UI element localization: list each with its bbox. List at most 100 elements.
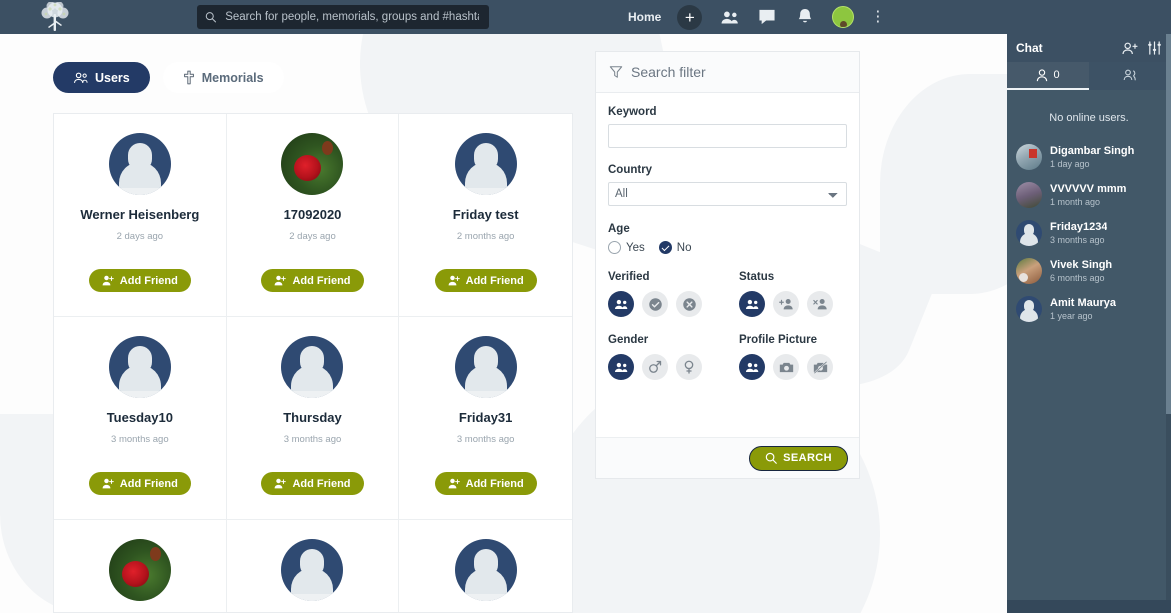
- add-friend-label: Add Friend: [119, 274, 178, 287]
- x-circle-icon: [682, 297, 696, 311]
- chat-contact-item[interactable]: Friday1234 3 months ago: [1007, 214, 1171, 252]
- tree-logo-icon: [41, 2, 69, 31]
- search-submit-button[interactable]: SEARCH: [749, 445, 848, 471]
- chat-tab-online[interactable]: 0: [1007, 62, 1089, 90]
- add-friend-button[interactable]: Add Friend: [261, 269, 364, 292]
- age-yes-label: Yes: [626, 241, 645, 254]
- header-nav-actions: Home + ⋮: [628, 0, 885, 34]
- user-name: Friday31: [458, 410, 513, 425]
- keyword-input[interactable]: [608, 124, 847, 148]
- gender-all-button[interactable]: [608, 354, 634, 380]
- person-remove-icon: [812, 299, 827, 310]
- verified-filter-group: [608, 291, 739, 317]
- search-icon: [205, 12, 217, 23]
- check-circle-icon: [648, 297, 662, 311]
- user-timestamp: 2 days ago: [116, 231, 164, 242]
- user-card[interactable]: Friday test 2 months ago Add Friend: [399, 114, 572, 317]
- chat-contact-item[interactable]: VVVVVV mmm 1 month ago: [1007, 176, 1171, 214]
- all-people-icon: [745, 299, 759, 309]
- gender-label: Gender: [608, 334, 649, 346]
- status-friend-button[interactable]: [773, 291, 799, 317]
- contact-avatar: [1016, 258, 1042, 284]
- user-avatar: [108, 133, 171, 195]
- all-people-icon: [745, 362, 759, 372]
- user-name: Tuesday10: [106, 410, 173, 425]
- user-card[interactable]: [227, 520, 400, 612]
- chat-scrollbar[interactable]: [1166, 34, 1171, 613]
- add-friend-button[interactable]: Add Friend: [434, 472, 537, 495]
- global-search-bar[interactable]: [197, 5, 489, 29]
- picture-no-button[interactable]: [807, 354, 833, 380]
- add-friend-button[interactable]: Add Friend: [261, 472, 364, 495]
- person-add-icon: [275, 275, 287, 286]
- user-avatar: [108, 336, 171, 398]
- contact-name: Friday1234: [1050, 221, 1108, 233]
- chat-footer-bar: [1007, 600, 1171, 613]
- status-filter-group: [739, 291, 833, 317]
- user-card[interactable]: Tuesday10 3 months ago Add Friend: [54, 317, 227, 520]
- user-card[interactable]: Werner Heisenberg 2 days ago Add Friend: [54, 114, 227, 317]
- search-filter-panel: Search filter Keyword Country All Age Ye…: [595, 51, 860, 479]
- user-card[interactable]: Thursday 3 months ago Add Friend: [226, 317, 400, 520]
- user-card[interactable]: 17092020 2 days ago Add Friend: [226, 114, 400, 317]
- profile-picture-label: Profile Picture: [739, 334, 817, 346]
- gender-filter-group: [608, 354, 739, 380]
- verified-yes-button[interactable]: [642, 291, 668, 317]
- all-people-icon: [614, 362, 628, 372]
- more-options-button[interactable]: ⋮: [870, 9, 885, 24]
- age-no-label: No: [676, 241, 692, 254]
- notifications-nav-button[interactable]: [794, 6, 816, 28]
- chat-online-count: 0: [1053, 69, 1060, 81]
- user-timestamp: 3 months ago: [283, 434, 342, 445]
- add-friend-label: Add Friend: [465, 477, 524, 490]
- chat-tab-groups[interactable]: [1089, 62, 1171, 90]
- contact-name: VVVVVV mmm: [1050, 183, 1127, 195]
- user-card[interactable]: [54, 520, 227, 612]
- site-logo[interactable]: [0, 2, 110, 32]
- person-add-icon: [448, 275, 460, 286]
- age-radio-group: Yes No: [608, 241, 847, 254]
- user-card[interactable]: [399, 520, 572, 612]
- user-avatar: [454, 539, 517, 601]
- tab-users[interactable]: Users: [53, 62, 150, 93]
- person-add-icon[interactable]: [1122, 42, 1138, 55]
- add-friend-button[interactable]: Add Friend: [88, 269, 191, 292]
- user-timestamp: 2 months ago: [456, 231, 515, 242]
- add-friend-button[interactable]: Add Friend: [88, 472, 191, 495]
- user-avatar: [454, 336, 517, 398]
- status-not-friend-button[interactable]: [807, 291, 833, 317]
- user-card[interactable]: Friday31 3 months ago Add Friend: [399, 317, 572, 520]
- messages-nav-button[interactable]: [756, 6, 778, 28]
- add-friend-button[interactable]: Add Friend: [434, 269, 537, 292]
- verified-all-button[interactable]: [608, 291, 634, 317]
- add-friend-label: Add Friend: [119, 477, 178, 490]
- nav-home-link[interactable]: Home: [628, 10, 661, 24]
- chat-contact-item[interactable]: Digambar Singh 1 day ago: [1007, 138, 1171, 176]
- country-select[interactable]: All: [608, 182, 847, 206]
- person-add-icon: [275, 478, 287, 489]
- gender-female-button[interactable]: [676, 354, 702, 380]
- people-icon: [73, 72, 88, 83]
- friends-nav-button[interactable]: [718, 6, 740, 28]
- tab-memorials[interactable]: Memorials: [162, 62, 284, 93]
- age-yes-radio[interactable]: [608, 241, 621, 254]
- chat-contact-item[interactable]: Amit Maurya 1 year ago: [1007, 290, 1171, 328]
- gender-male-button[interactable]: [642, 354, 668, 380]
- sliders-icon[interactable]: [1147, 41, 1162, 55]
- group-icon: [1123, 69, 1136, 81]
- age-no-radio[interactable]: [658, 241, 672, 254]
- picture-yes-button[interactable]: [773, 354, 799, 380]
- picture-all-button[interactable]: [739, 354, 765, 380]
- bell-icon: [799, 9, 812, 23]
- contact-time: 3 months ago: [1050, 235, 1105, 245]
- user-avatar: [108, 539, 171, 601]
- create-button[interactable]: +: [677, 4, 703, 30]
- chat-contact-item[interactable]: Vivek Singh 6 months ago: [1007, 252, 1171, 290]
- chat-bubble-icon: [759, 9, 775, 25]
- status-all-button[interactable]: [739, 291, 765, 317]
- user-avatar[interactable]: [832, 6, 855, 28]
- verified-no-button[interactable]: [676, 291, 702, 317]
- search-input[interactable]: [223, 10, 481, 24]
- contact-name: Vivek Singh: [1050, 259, 1113, 271]
- chat-sidebar: Chat 0 No online users. Digambar Singh 1…: [1007, 34, 1171, 613]
